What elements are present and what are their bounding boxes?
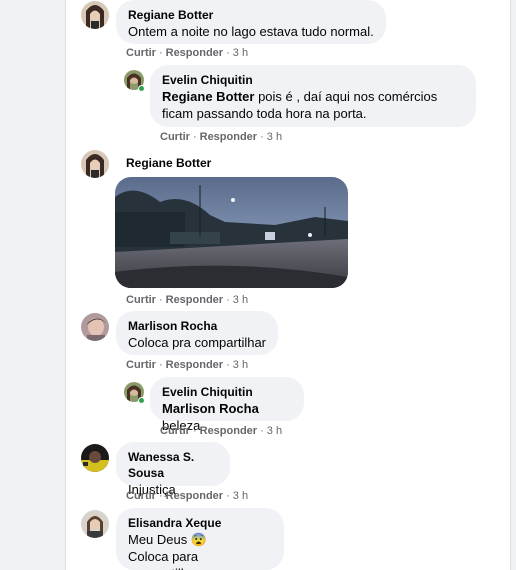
- separator: ·: [158, 294, 163, 306]
- comment-bubble: Wanessa S. Sousa Injustiça: [116, 442, 230, 497]
- comment-actions: Curtir · Responder · 3 h: [126, 358, 248, 372]
- avatar-regiane-botter[interactable]: [81, 150, 109, 178]
- separator: ·: [260, 425, 264, 437]
- avatar-elisandra-xeque[interactable]: [81, 510, 109, 538]
- comment-actions: Curtir · Responder · 3 h: [126, 293, 248, 307]
- separator: ·: [260, 131, 264, 143]
- reply-button[interactable]: Responder: [166, 294, 223, 306]
- reply-button[interactable]: Responder: [200, 425, 257, 437]
- comment-timestamp[interactable]: 3 h: [233, 47, 248, 59]
- reply-timestamp[interactable]: 3 h: [267, 425, 282, 437]
- comment-timestamp[interactable]: 3 h: [233, 294, 248, 306]
- reply-text-line2: ficam passando toda hora na porta.: [162, 106, 367, 121]
- separator: ·: [158, 490, 163, 502]
- online-status-dot: [138, 397, 145, 404]
- separator: ·: [192, 131, 197, 143]
- comment-author[interactable]: Regiane Botter: [126, 155, 211, 171]
- reply-button[interactable]: Responder: [166, 490, 223, 502]
- reply-bubble: Evelin Chiquitin Marlison Rocha beleza: [150, 377, 304, 433]
- separator: ·: [226, 359, 230, 371]
- comment-author[interactable]: Elisandra Xeque: [128, 515, 272, 531]
- reply-timestamp[interactable]: 3 h: [267, 131, 282, 143]
- reply-actions: Curtir · Responder · 3 h: [160, 130, 282, 144]
- reply-author[interactable]: Evelin Chiquitin: [162, 72, 464, 88]
- comment-timestamp[interactable]: 3 h: [233, 359, 248, 371]
- comment-author[interactable]: Regiane Botter: [128, 7, 374, 23]
- reply-bubble: Evelin Chiquitin Regiane Botter pois é ,…: [150, 65, 476, 127]
- avatar-marlison-rocha[interactable]: [81, 313, 109, 341]
- separator: ·: [226, 294, 230, 306]
- like-button[interactable]: Curtir: [126, 294, 156, 306]
- mention-link[interactable]: Marlison Rocha: [162, 401, 259, 416]
- comment-bubble: Elisandra Xeque Meu Deus 😨 Coloca para c…: [116, 508, 284, 570]
- comment-photo[interactable]: [115, 177, 348, 288]
- avatar-wanessa-sousa[interactable]: [81, 444, 109, 472]
- comment-text-line1: Meu Deus 😨: [128, 532, 208, 547]
- like-button[interactable]: Curtir: [126, 359, 156, 371]
- comment-actions: Curtir · Responder · 3 h: [126, 489, 248, 503]
- separator: ·: [226, 47, 230, 59]
- comment-text-line2: Coloca para compartilhar: [128, 549, 200, 570]
- comment-bubble: Regiane Botter Ontem a noite no lago est…: [116, 0, 386, 44]
- reply-author[interactable]: Evelin Chiquitin: [162, 384, 292, 400]
- comment-author[interactable]: Marlison Rocha: [128, 318, 266, 334]
- like-button[interactable]: Curtir: [160, 131, 190, 143]
- comment-actions: Curtir · Responder · 3 h: [126, 46, 248, 60]
- separator: ·: [192, 425, 197, 437]
- separator: ·: [226, 490, 230, 502]
- right-page-gutter: [510, 0, 516, 570]
- separator: ·: [158, 359, 163, 371]
- comment-bubble: Marlison Rocha Coloca pra compartilhar: [116, 311, 278, 355]
- reply-text-line1: Regiane Botter pois é , daí aqui nos com…: [162, 89, 438, 104]
- like-button[interactable]: Curtir: [160, 425, 190, 437]
- reply-button[interactable]: Responder: [166, 47, 223, 59]
- like-button[interactable]: Curtir: [126, 490, 156, 502]
- avatar-regiane-botter[interactable]: [81, 1, 109, 29]
- comment-text: Coloca pra compartilhar: [128, 335, 267, 350]
- left-page-gutter: [0, 0, 66, 570]
- online-status-dot: [138, 85, 145, 92]
- reply-actions: Curtir · Responder · 3 h: [160, 424, 282, 438]
- comment-author[interactable]: Wanessa S. Sousa: [128, 449, 218, 481]
- comment-text: Ontem a noite no lago estava tudo normal…: [128, 24, 374, 39]
- like-button[interactable]: Curtir: [126, 47, 156, 59]
- reply-button[interactable]: Responder: [200, 131, 257, 143]
- separator: ·: [158, 47, 163, 59]
- comment-timestamp[interactable]: 3 h: [233, 490, 248, 502]
- reply-button[interactable]: Responder: [166, 359, 223, 371]
- mention-link[interactable]: Regiane Botter: [162, 89, 254, 104]
